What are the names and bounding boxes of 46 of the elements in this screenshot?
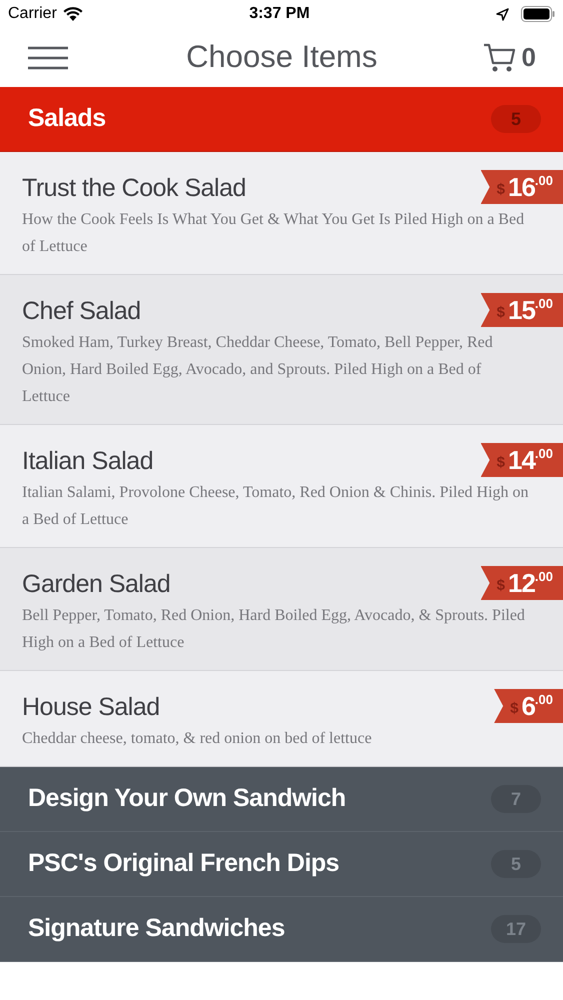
item-description: How the Cook Feels Is What You Get & What You Get Is Piled High on a Bed of Lettuce (22, 210, 526, 257)
item-description: Bell Pepper, Tomato, Red Onion, Hard Boiled Egg, Avocado, & Sprouts. Piled High on a Bed of Lettuce (22, 606, 526, 653)
price-amount: 16 (508, 171, 535, 204)
price-cents: .00 (534, 568, 553, 584)
price-amount: 15 (508, 294, 535, 327)
currency-symbol: $ (510, 699, 518, 719)
item-name: Trust the Cook Salad (22, 173, 246, 204)
category-header[interactable]: Salads 5 (0, 87, 563, 152)
currency-symbol: $ (496, 453, 505, 473)
count-badge: 5 (491, 105, 541, 133)
item-name: Italian Salad (22, 446, 154, 477)
price-cents: .00 (534, 445, 553, 461)
item-name: Garden Salad (22, 569, 170, 600)
category-name: Signature Sandwiches (28, 913, 286, 944)
item-description: Cheddar cheese, tomato, & red onion on bed of lettuce (22, 729, 373, 749)
price-amount: 6 (521, 690, 535, 723)
item-name: Chef Salad (22, 296, 141, 327)
price-amount: 12 (508, 567, 535, 600)
price-cents: .00 (534, 172, 553, 188)
price-cents: .00 (534, 691, 553, 707)
category-header[interactable]: Design Your Own Sandwich 7 (0, 767, 563, 832)
category-name: PSC's Original French Dips (28, 848, 340, 880)
count-badge: 5 (491, 850, 541, 878)
carrier-label: Carrier (8, 4, 57, 24)
price-amount: 14 (508, 444, 535, 477)
location-icon (496, 8, 509, 20)
price-cents: .00 (534, 295, 553, 311)
currency-symbol: $ (496, 180, 505, 200)
menu-icon[interactable] (27, 46, 69, 70)
category-name: Salads (28, 103, 107, 134)
battery-icon (521, 6, 555, 22)
category-header[interactable]: PSC's Original French Dips 5 (0, 832, 563, 897)
cart-icon[interactable] (482, 42, 517, 74)
clock: 3:37 PM (248, 4, 311, 24)
category-header[interactable]: Signature Sandwiches 17 (0, 897, 563, 962)
category-name: Design Your Own Sandwich (28, 783, 347, 814)
cart-count: 0 (522, 41, 536, 74)
currency-symbol: $ (496, 303, 505, 323)
wifi-icon (62, 7, 83, 21)
item-name: House Salad (22, 692, 160, 723)
screen-title: Choose Items (185, 38, 378, 76)
item-description: Smoked Ham, Turkey Breast, Cheddar Cheese, Tomato, Bell Pepper, Red Onion, Hard Boiled Egg, Avocado, and Sprouts. Piled High on a Bed of Lettuce (22, 333, 494, 407)
count-badge: 7 (491, 785, 541, 813)
item-description: Italian Salami, Provolone Cheese, Tomato, Red Onion & Chinis. Piled High on a Bed of Lettuce (22, 483, 530, 530)
count-badge: 17 (491, 915, 541, 943)
currency-symbol: $ (496, 576, 505, 596)
